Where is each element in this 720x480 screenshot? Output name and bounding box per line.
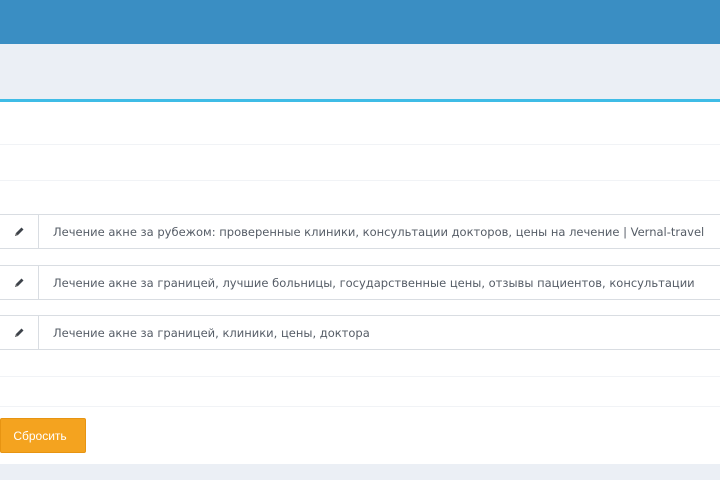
pencil-icon bbox=[15, 227, 24, 236]
meta-description-input[interactable]: Лечение акне за границей, лучшие больниц… bbox=[40, 266, 720, 299]
sub-header-bar bbox=[0, 44, 720, 102]
meta-title-input[interactable]: Лечение акне за рубежом: проверенные кли… bbox=[40, 215, 720, 248]
divider bbox=[0, 180, 720, 181]
pencil-icon bbox=[15, 278, 24, 287]
top-header-bar bbox=[0, 0, 720, 44]
divider bbox=[0, 406, 720, 407]
meta-keywords-row[interactable]: Лечение акне за границей, клиники, цены,… bbox=[0, 315, 720, 350]
reset-button[interactable]: Сбросить bbox=[0, 418, 86, 453]
edit-addon[interactable] bbox=[0, 266, 39, 299]
divider bbox=[0, 144, 720, 145]
footer-bar bbox=[0, 464, 720, 480]
meta-description-row[interactable]: Лечение акне за границей, лучшие больниц… bbox=[0, 265, 720, 300]
meta-keywords-input[interactable]: Лечение акне за границей, клиники, цены,… bbox=[40, 316, 720, 349]
meta-title-row[interactable]: Лечение акне за рубежом: проверенные кли… bbox=[0, 214, 720, 249]
pencil-icon bbox=[15, 328, 24, 337]
edit-addon[interactable] bbox=[0, 215, 39, 248]
divider bbox=[0, 376, 720, 377]
edit-addon[interactable] bbox=[0, 316, 39, 349]
